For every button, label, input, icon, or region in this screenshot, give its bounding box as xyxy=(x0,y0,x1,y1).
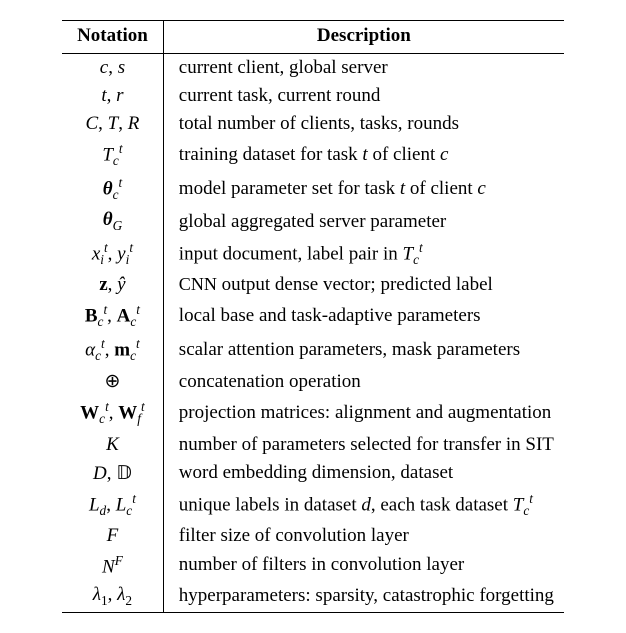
table-row: θctmodel parameter set for task t of cli… xyxy=(62,172,564,206)
description-cell: unique labels in dataset d, each task da… xyxy=(163,488,564,522)
header-row: Notation Description xyxy=(62,21,564,54)
table-row: Ld, Lctunique labels in dataset d, each … xyxy=(62,488,564,522)
notation-cell: D, 𝔻 xyxy=(62,459,163,488)
table-row: λ1, λ2hyperparameters: sparsity, catastr… xyxy=(62,581,564,612)
table-row: t, rcurrent task, current round xyxy=(62,82,564,110)
description-cell: projection matrices: alignment and augme… xyxy=(163,396,564,430)
notation-cell: Bct, Act xyxy=(62,299,163,333)
notation-cell: ⊕ xyxy=(62,367,163,396)
notation-cell: F xyxy=(62,522,163,550)
table-row: Bct, Actlocal base and task-adaptive par… xyxy=(62,299,564,333)
table-row: NFnumber of filters in convolution layer xyxy=(62,550,564,581)
notation-cell: θct xyxy=(62,172,163,206)
table-row: z, ŷCNN output dense vector; predicted l… xyxy=(62,271,564,299)
header-notation: Notation xyxy=(62,21,163,54)
table-row: c, scurrent client, global server xyxy=(62,54,564,83)
description-cell: number of parameters selected for transf… xyxy=(163,431,564,459)
notation-cell: αct, mct xyxy=(62,333,163,367)
table-row: Knumber of parameters selected for trans… xyxy=(62,431,564,459)
notation-cell: K xyxy=(62,431,163,459)
description-cell: concatenation operation xyxy=(163,367,564,396)
description-cell: local base and task-adaptive parameters xyxy=(163,299,564,333)
notation-cell: θG xyxy=(62,206,163,237)
notation-cell: Ld, Lct xyxy=(62,488,163,522)
notation-cell: c, s xyxy=(62,54,163,83)
table-row: Ffilter size of convolution layer xyxy=(62,522,564,550)
notation-cell: NF xyxy=(62,550,163,581)
notation-cell: Wct, Wft xyxy=(62,396,163,430)
description-cell: model parameter set for task t of client… xyxy=(163,172,564,206)
notation-cell: Tct xyxy=(62,138,163,172)
description-cell: current task, current round xyxy=(163,82,564,110)
description-cell: total number of clients, tasks, rounds xyxy=(163,110,564,138)
table-row: Wct, Wftprojection matrices: alignment a… xyxy=(62,396,564,430)
notation-cell: λ1, λ2 xyxy=(62,581,163,612)
description-cell: training dataset for task t of client c xyxy=(163,138,564,172)
description-cell: scalar attention parameters, mask parame… xyxy=(163,333,564,367)
table-row: Tcttraining dataset for task t of client… xyxy=(62,138,564,172)
table-row: αct, mctscalar attention parameters, mas… xyxy=(62,333,564,367)
notation-cell: t, r xyxy=(62,82,163,110)
table-row: C, T, Rtotal number of clients, tasks, r… xyxy=(62,110,564,138)
header-description: Description xyxy=(163,21,564,54)
notation-cell: C, T, R xyxy=(62,110,163,138)
description-cell: hyperparameters: sparsity, catastrophic … xyxy=(163,581,564,612)
table-row: θGglobal aggregated server parameter xyxy=(62,206,564,237)
description-cell: filter size of convolution layer xyxy=(163,522,564,550)
description-cell: number of filters in convolution layer xyxy=(163,550,564,581)
notation-cell: xit, yit xyxy=(62,237,163,271)
table-row: xit, yitinput document, label pair in Tc… xyxy=(62,237,564,271)
table-row: D, 𝔻word embedding dimension, dataset xyxy=(62,459,564,488)
description-cell: current client, global server xyxy=(163,54,564,83)
description-cell: CNN output dense vector; predicted label xyxy=(163,271,564,299)
notation-table: Notation Description c, scurrent client,… xyxy=(62,20,564,613)
description-cell: global aggregated server parameter xyxy=(163,206,564,237)
table-row: ⊕concatenation operation xyxy=(62,367,564,396)
description-cell: input document, label pair in Tct xyxy=(163,237,564,271)
notation-cell: z, ŷ xyxy=(62,271,163,299)
description-cell: word embedding dimension, dataset xyxy=(163,459,564,488)
